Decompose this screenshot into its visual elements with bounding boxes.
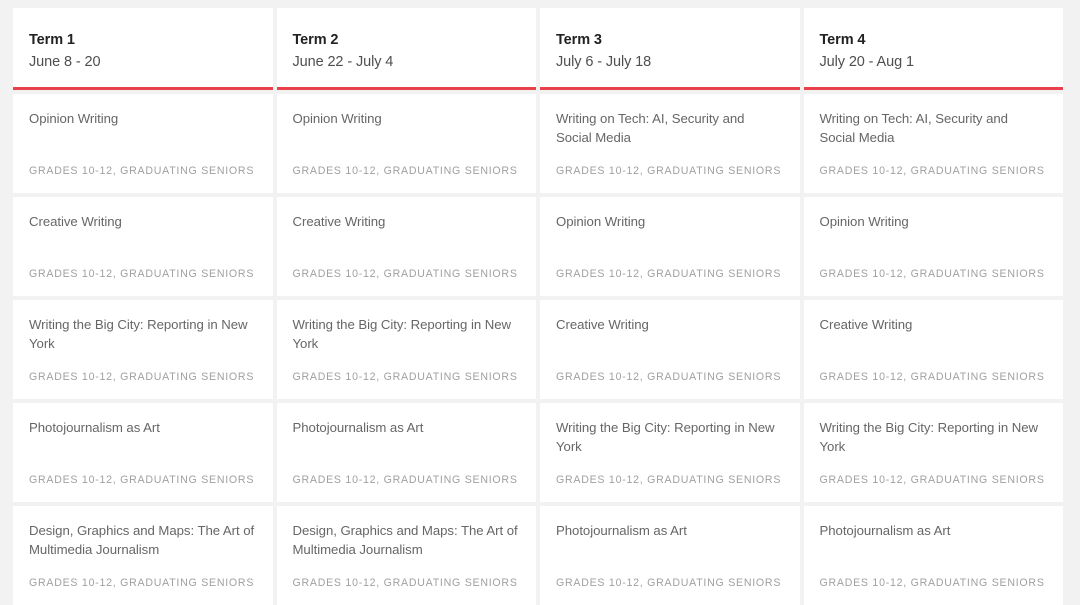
course-grades-label: GRADES 10-12, GRADUATING SENIORS	[292, 371, 518, 384]
course-grades-label: GRADES 10-12, GRADUATING SENIORS	[819, 577, 1045, 590]
course-title: Creative Writing	[556, 317, 649, 332]
course-title: Writing on Tech: AI, Security and Social…	[556, 111, 745, 145]
course-title: Opinion Writing	[819, 214, 909, 229]
course-title: Photojournalism as Art	[292, 420, 424, 435]
term-name: Term 1	[29, 32, 75, 48]
course-cell[interactable]: Opinion Writing GRADES 10-12, GRADUATING…	[13, 94, 273, 193]
course-grades-label: GRADES 10-12, GRADUATING SENIORS	[556, 371, 782, 384]
course-grades-label: GRADES 10-12, GRADUATING SENIORS	[292, 165, 518, 178]
term-dates: June 22 - July 4	[292, 54, 394, 71]
course-grades-label: GRADES 10-12, GRADUATING SENIORS	[556, 165, 782, 178]
course-cell[interactable]: Design, Graphics and Maps: The Art of Mu…	[13, 506, 273, 605]
course-cell[interactable]: Opinion Writing GRADES 10-12, GRADUATING…	[540, 197, 800, 296]
course-cell[interactable]: Writing the Big City: Reporting in New Y…	[13, 300, 273, 399]
course-title: Writing the Big City: Reporting in New Y…	[556, 420, 775, 454]
course-title: Design, Graphics and Maps: The Art of Mu…	[292, 523, 518, 557]
course-title: Creative Writing	[292, 214, 386, 229]
term-header-4: Term 4 July 20 - Aug 1	[803, 8, 1063, 90]
course-cell[interactable]: Photojournalism as Art GRADES 10-12, GRA…	[540, 506, 800, 605]
course-cell[interactable]: Writing the Big City: Reporting in New Y…	[540, 403, 800, 502]
term-schedule-grid: Term 1 June 8 - 20 Term 2 June 22 - July…	[13, 8, 1063, 605]
course-grades-label: GRADES 10-12, GRADUATING SENIORS	[29, 165, 255, 178]
course-cell[interactable]: Writing the Big City: Reporting in New Y…	[803, 403, 1063, 502]
course-grades-label: GRADES 10-12, GRADUATING SENIORS	[292, 268, 518, 281]
course-grades-label: GRADES 10-12, GRADUATING SENIORS	[556, 474, 782, 487]
course-title: Writing the Big City: Reporting in New Y…	[292, 317, 512, 351]
term-dates: July 6 - July 18	[556, 54, 652, 71]
course-cell[interactable]: Creative Writing GRADES 10-12, GRADUATIN…	[13, 197, 273, 296]
course-grades-label: GRADES 10-12, GRADUATING SENIORS	[29, 268, 255, 281]
course-title: Opinion Writing	[292, 111, 382, 126]
course-cell[interactable]: Opinion Writing GRADES 10-12, GRADUATING…	[276, 94, 536, 193]
term-header-1: Term 1 June 8 - 20	[13, 8, 273, 90]
course-grades-label: GRADES 10-12, GRADUATING SENIORS	[556, 577, 782, 590]
course-cell[interactable]: Photojournalism as Art GRADES 10-12, GRA…	[276, 403, 536, 502]
course-cell[interactable]: Writing on Tech: AI, Security and Social…	[803, 94, 1063, 193]
course-cell[interactable]: Design, Graphics and Maps: The Art of Mu…	[276, 506, 536, 605]
course-grades-label: GRADES 10-12, GRADUATING SENIORS	[819, 165, 1045, 178]
course-cell[interactable]: Writing on Tech: AI, Security and Social…	[540, 94, 800, 193]
course-grades-label: GRADES 10-12, GRADUATING SENIORS	[292, 474, 518, 487]
course-title: Writing on Tech: AI, Security and Social…	[819, 111, 1009, 145]
term-dates: June 8 - 20	[29, 54, 101, 71]
course-grades-label: GRADES 10-12, GRADUATING SENIORS	[29, 474, 255, 487]
course-title: Creative Writing	[29, 214, 122, 229]
course-grades-label: GRADES 10-12, GRADUATING SENIORS	[819, 371, 1045, 384]
course-cell[interactable]: Opinion Writing GRADES 10-12, GRADUATING…	[803, 197, 1063, 296]
course-grades-label: GRADES 10-12, GRADUATING SENIORS	[556, 268, 782, 281]
course-grades-label: GRADES 10-12, GRADUATING SENIORS	[29, 577, 255, 590]
term-header-2: Term 2 June 22 - July 4	[276, 8, 536, 90]
term-dates: July 20 - Aug 1	[819, 54, 915, 71]
course-title: Photojournalism as Art	[556, 523, 687, 538]
term-header-3: Term 3 July 6 - July 18	[540, 8, 800, 90]
course-grades-label: GRADES 10-12, GRADUATING SENIORS	[819, 474, 1045, 487]
course-title: Writing the Big City: Reporting in New Y…	[819, 420, 1039, 454]
course-cell[interactable]: Creative Writing GRADES 10-12, GRADUATIN…	[540, 300, 800, 399]
course-title: Design, Graphics and Maps: The Art of Mu…	[29, 523, 255, 557]
term-name: Term 4	[819, 32, 866, 48]
course-grades-label: GRADES 10-12, GRADUATING SENIORS	[292, 577, 518, 590]
course-cell[interactable]: Creative Writing GRADES 10-12, GRADUATIN…	[276, 197, 536, 296]
course-cell[interactable]: Creative Writing GRADES 10-12, GRADUATIN…	[803, 300, 1063, 399]
term-name: Term 3	[556, 32, 602, 48]
course-title: Opinion Writing	[556, 214, 646, 229]
course-title: Photojournalism as Art	[29, 420, 160, 435]
course-cell[interactable]: Photojournalism as Art GRADES 10-12, GRA…	[803, 506, 1063, 605]
course-title: Creative Writing	[819, 317, 913, 332]
course-cell[interactable]: Writing the Big City: Reporting in New Y…	[276, 300, 536, 399]
course-cell[interactable]: Photojournalism as Art GRADES 10-12, GRA…	[13, 403, 273, 502]
course-title: Opinion Writing	[29, 111, 119, 126]
course-grades-label: GRADES 10-12, GRADUATING SENIORS	[819, 268, 1045, 281]
course-title: Writing the Big City: Reporting in New Y…	[29, 317, 248, 351]
term-name: Term 2	[292, 32, 339, 48]
course-grades-label: GRADES 10-12, GRADUATING SENIORS	[29, 371, 255, 384]
course-title: Photojournalism as Art	[819, 523, 951, 538]
